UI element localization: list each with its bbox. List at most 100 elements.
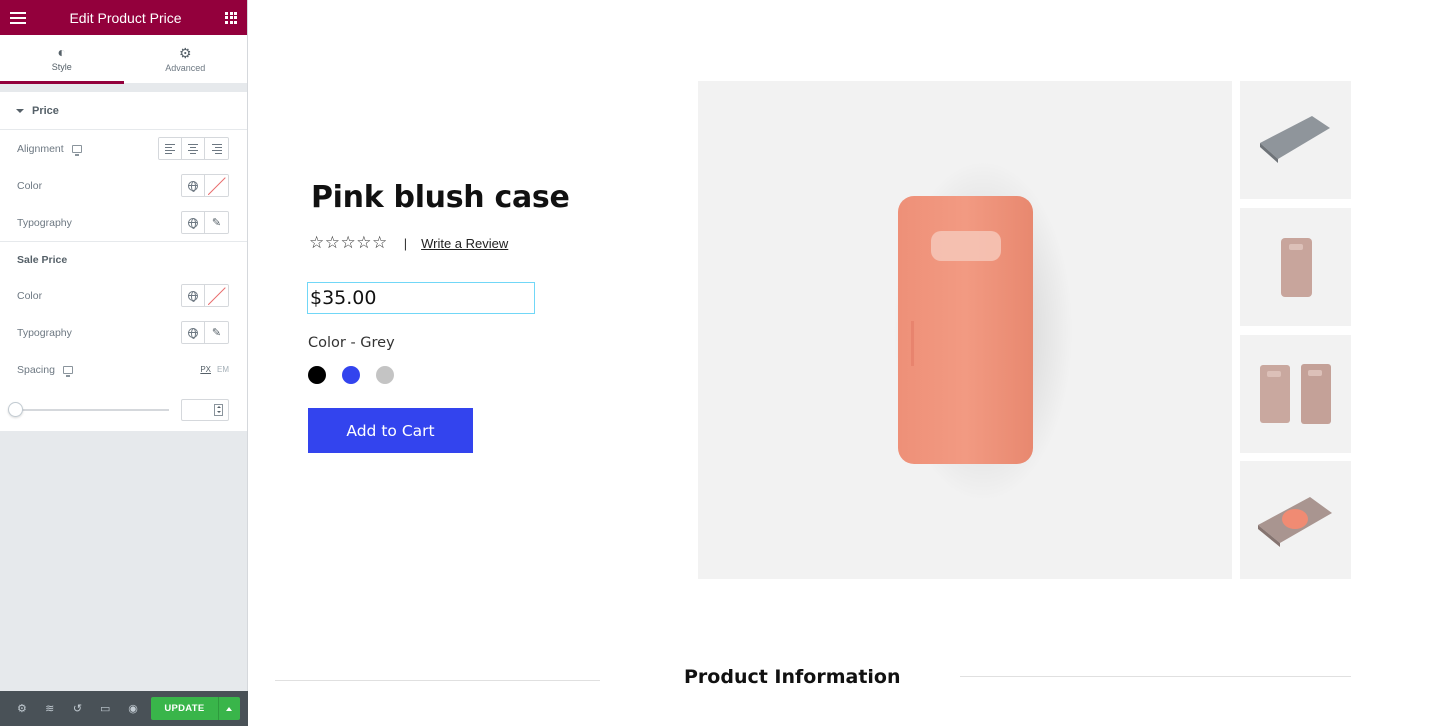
color-variant-label: Color - Grey [308, 335, 395, 351]
global-typography-button[interactable] [182, 212, 205, 233]
star-rating-icons[interactable]: ☆☆☆☆☆ [309, 233, 388, 253]
unit-em[interactable]: EM [217, 365, 229, 374]
sale-color-label: Color [17, 289, 43, 302]
global-color-button[interactable] [182, 175, 205, 196]
editor-sidebar: Edit Product Price ◐ Style ⚙ Advanced Pr… [0, 0, 248, 726]
alignment-buttons [158, 137, 229, 160]
section-divider-left [275, 680, 600, 681]
controls-panel: Price Alignment Color Typography ✎ Sale … [0, 92, 247, 431]
price-color-label: Color [17, 179, 43, 192]
sale-typography-label: Typography [17, 326, 72, 339]
globe-icon [188, 217, 198, 229]
spacing-number-input[interactable] [181, 398, 229, 421]
product-price-widget[interactable]: $35.00 [307, 282, 535, 314]
section-divider-right [960, 676, 1351, 677]
responsive-mode-icon[interactable]: ▭ [91, 691, 119, 726]
caret-up-icon [226, 706, 233, 711]
align-right-icon [211, 143, 222, 154]
rating-row: ☆☆☆☆☆ | Write a Review [309, 233, 508, 253]
update-options-button[interactable] [217, 697, 241, 720]
swatch-grey[interactable] [376, 366, 394, 384]
no-color-swatch-icon [208, 177, 226, 195]
align-center-button[interactable] [182, 138, 205, 159]
hamburger-menu-icon[interactable] [10, 11, 26, 24]
price-color-control: Color [0, 167, 247, 204]
stepper-icon[interactable] [214, 403, 223, 416]
panel-title: Edit Product Price [69, 9, 182, 26]
case-with-logo-thumbnail [1258, 497, 1332, 547]
sidebar-header: Edit Product Price [0, 0, 247, 35]
update-button[interactable]: UPDATE [150, 697, 218, 720]
main-product-image[interactable] [698, 81, 1232, 579]
panel-tabs: ◐ Style ⚙ Advanced [0, 35, 247, 84]
thumbnail-1[interactable] [1240, 81, 1351, 199]
sale-color-control: Color [0, 277, 247, 314]
edit-typography-button[interactable]: ✎ [205, 212, 228, 233]
sidebar-footer: ⚙ ≋ ↺ ▭ ◉ UPDATE [0, 691, 248, 726]
align-center-icon [188, 143, 198, 154]
swatch-blue[interactable] [342, 366, 360, 384]
page-canvas: Pink blush case ☆☆☆☆☆ | Write a Review $… [249, 0, 1441, 726]
thumbnail-2[interactable] [1240, 208, 1351, 326]
product-information-heading: Product Information [684, 666, 901, 688]
unit-switcher: PX EM [200, 365, 229, 374]
phone-case-image [698, 81, 1232, 579]
spacing-slider-row [0, 388, 247, 431]
tab-style[interactable]: ◐ Style [0, 35, 124, 84]
write-review-link[interactable]: Write a Review [421, 236, 508, 251]
global-typography-button[interactable] [182, 322, 205, 343]
widgets-grid-icon[interactable] [225, 11, 237, 24]
alignment-label: Alignment [17, 142, 64, 155]
spacing-slider-track[interactable] [8, 401, 169, 417]
alignment-control: Alignment [0, 130, 247, 167]
navigator-layers-icon[interactable]: ≋ [36, 691, 64, 726]
thumbnail-3[interactable] [1240, 335, 1351, 453]
price-color-buttons [181, 174, 229, 197]
align-left-button[interactable] [159, 138, 182, 159]
align-left-icon [165, 143, 175, 154]
color-picker-button[interactable] [205, 285, 228, 306]
tabs-spacer [0, 84, 247, 92]
globe-icon [188, 180, 198, 192]
sale-typography-buttons: ✎ [181, 321, 229, 344]
color-swatches [308, 366, 394, 384]
sale-color-buttons [181, 284, 229, 307]
thumbnail-4[interactable] [1240, 461, 1351, 579]
sale-typography-control: Typography ✎ [0, 314, 247, 351]
globe-icon [188, 290, 198, 302]
swatch-black[interactable] [308, 366, 326, 384]
pink-case-pair-thumbnail [1260, 364, 1331, 424]
price-typography-buttons: ✎ [181, 211, 229, 234]
no-color-swatch-icon [208, 287, 226, 305]
align-right-button[interactable] [205, 138, 228, 159]
tab-advanced-label: Advanced [165, 62, 206, 73]
add-to-cart-button[interactable]: Add to Cart [308, 408, 473, 453]
responsive-desktop-icon[interactable] [71, 144, 82, 156]
gear-icon: ⚙ [178, 44, 192, 61]
grey-case-thumbnail [1260, 116, 1330, 163]
price-section-toggle[interactable]: Price [0, 92, 247, 130]
settings-gear-icon[interactable]: ⚙ [8, 691, 36, 726]
spacing-slider-handle[interactable] [8, 401, 23, 417]
spacing-label: Spacing [17, 363, 55, 376]
rating-separator: | [403, 235, 408, 251]
price-section-heading: Price [32, 104, 59, 117]
edit-typography-button[interactable]: ✎ [205, 322, 228, 343]
unit-px[interactable]: PX [200, 365, 211, 374]
contrast-icon: ◐ [57, 43, 66, 60]
sale-price-heading: Sale Price [0, 241, 247, 277]
spacing-control: Spacing PX EM [0, 351, 247, 388]
pink-case-front-thumbnail [1281, 238, 1312, 297]
caret-down-icon [16, 108, 24, 113]
responsive-desktop-icon[interactable] [62, 365, 73, 377]
price-typography-control: Typography ✎ [0, 204, 247, 241]
color-picker-button[interactable] [205, 175, 228, 196]
pencil-icon: ✎ [211, 327, 222, 339]
preview-eye-icon[interactable]: ◉ [119, 691, 147, 726]
history-icon[interactable]: ↺ [64, 691, 92, 726]
tab-style-label: Style [51, 61, 72, 72]
global-color-button[interactable] [182, 285, 205, 306]
product-title: Pink blush case [311, 180, 570, 215]
tab-advanced[interactable]: ⚙ Advanced [123, 35, 247, 84]
pencil-icon: ✎ [211, 217, 222, 229]
